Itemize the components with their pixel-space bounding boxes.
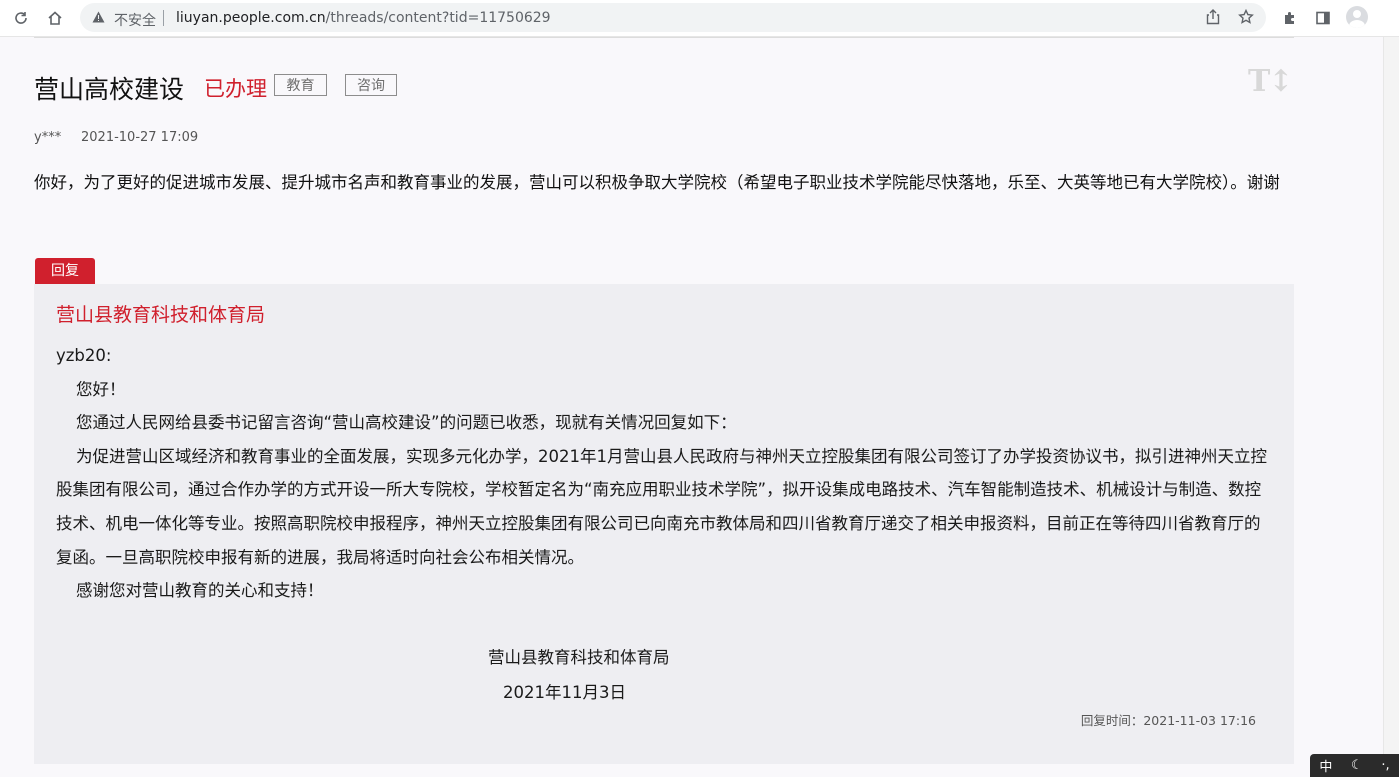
warning-icon[interactable] [90, 9, 106, 25]
home-icon[interactable] [44, 7, 66, 29]
reply-greeting: 您好！ [76, 379, 126, 399]
reply-body: yzb20: 您好！ 您通过人民网给县委书记留言咨询“营山高校建设”的问题已收悉… [56, 339, 1276, 608]
thread-content: 你好，为了更好的促进城市发展、提升城市名声和教育事业的发展，营山可以积极争取大学… [34, 173, 1280, 192]
status-badge: 已办理 [204, 77, 267, 101]
tag-consult[interactable]: 咨询 [345, 74, 397, 96]
url-host: liuyan.people.com.cn [176, 10, 326, 26]
reply-salutation: yzb20: [56, 346, 112, 365]
ime-mode[interactable]: 中 [1319, 756, 1332, 775]
reply-box: 营山县教育科技和体育局 yzb20: 您好！ 您通过人民网给县委书记留言咨询“营… [34, 284, 1294, 764]
signature-date: 2021年11月3日 [503, 683, 626, 702]
insecure-label[interactable]: 不安全 [114, 10, 156, 30]
share-icon[interactable] [1203, 7, 1223, 27]
ime-toolbar[interactable]: 中 ☾ ·, [1310, 754, 1399, 777]
reply-org-name: 营山县教育科技和体育局 [56, 304, 266, 326]
moon-icon[interactable]: ☾ [1351, 758, 1363, 773]
top-divider [34, 37, 1294, 38]
browser-toolbar: 不安全 liuyan.people.com.cn/threads/content… [0, 0, 1399, 37]
star-icon[interactable] [1236, 7, 1256, 27]
page-content: 营山高校建设 已办理 教育 咨询 T↕ y*** 2021-10-27 17:0… [0, 37, 1399, 777]
reload-icon[interactable] [10, 7, 32, 29]
reply-paragraph: 为促进营山区域经济和教育事业的全面发展，实现多元化办学，2021年1月营山县人民… [56, 446, 1267, 567]
profile-icon[interactable] [1346, 6, 1368, 28]
author-name: y*** [34, 130, 62, 145]
extensions-icon[interactable] [1279, 7, 1301, 29]
omnibox-separator [163, 10, 164, 26]
thread-title: 营山高校建设 [34, 75, 185, 104]
sidepanel-icon[interactable] [1312, 7, 1334, 29]
post-time: 2021-10-27 17:09 [81, 130, 199, 145]
reply-time: 回复时间：2021-11-03 17:16 [1080, 713, 1256, 728]
address-bar[interactable]: 不安全 liuyan.people.com.cn/threads/content… [80, 3, 1266, 32]
url-text[interactable]: liuyan.people.com.cn/threads/content?tid… [176, 10, 551, 26]
reply-paragraph: 您通过人民网给县委书记留言咨询“营山高校建设”的问题已收悉，现就有关情况回复如下… [76, 413, 737, 433]
reply-thanks: 感谢您对营山教育的关心和支持！ [76, 581, 324, 601]
url-path: /threads/content?tid=11750629 [325, 10, 551, 26]
tag-education[interactable]: 教育 [274, 74, 327, 96]
punctuation-icon[interactable]: ·, [1381, 758, 1389, 773]
signature-org: 营山县教育科技和体育局 [488, 648, 670, 667]
scrollbar[interactable] [1383, 37, 1399, 777]
reply-tab: 回复 [35, 258, 95, 284]
font-size-icon[interactable]: T↕ [1248, 64, 1293, 99]
